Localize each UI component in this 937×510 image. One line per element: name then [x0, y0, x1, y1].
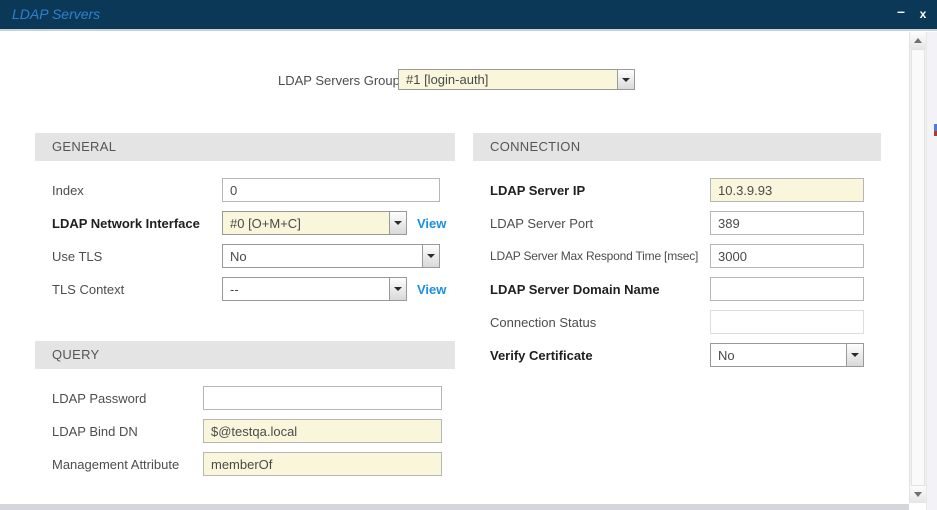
ldap-bind-dn-input[interactable]	[203, 419, 442, 443]
close-button[interactable]: x	[915, 7, 931, 21]
tls-context-label: TLS Context	[52, 282, 124, 297]
arrow-up-icon	[914, 38, 922, 43]
ldap-password-label: LDAP Password	[52, 391, 146, 406]
use-tls-select[interactable]: No	[222, 244, 440, 268]
verify-certificate-value: No	[711, 348, 846, 363]
index-label: Index	[52, 183, 84, 198]
ldap-server-max-respond-time-label: LDAP Server Max Respond Time [msec]	[490, 249, 698, 263]
query-section-title: QUERY	[52, 347, 100, 362]
dropdown-arrow-button[interactable]	[389, 278, 406, 300]
connection-status-input	[710, 310, 864, 334]
index-input[interactable]	[222, 178, 440, 202]
ldap-servers-group-label: LDAP Servers Group	[278, 73, 400, 88]
window-title: LDAP Servers	[12, 6, 100, 22]
connection-section-header: CONNECTION	[473, 133, 881, 161]
scrollbar-thumb[interactable]	[911, 49, 925, 486]
management-attribute-input[interactable]	[203, 452, 442, 476]
dropdown-arrow-button[interactable]	[617, 70, 634, 89]
dropdown-arrow-button[interactable]	[389, 212, 406, 234]
chevron-down-icon	[622, 78, 630, 82]
minimize-button[interactable]: –	[893, 3, 909, 19]
ldap-network-interface-select[interactable]: #0 [O+M+C]	[222, 211, 407, 235]
ldap-servers-group-value: #1 [login-auth]	[399, 72, 617, 87]
tls-context-select[interactable]: --	[222, 277, 407, 301]
chevron-down-icon	[427, 254, 435, 258]
ldap-server-max-respond-time-input[interactable]	[710, 244, 864, 268]
general-section-title: GENERAL	[52, 139, 116, 154]
window-bottom-edge	[0, 504, 909, 510]
ldap-network-interface-value: #0 [O+M+C]	[223, 216, 389, 231]
tls-context-view-link[interactable]: View	[417, 282, 446, 297]
chevron-down-icon	[851, 353, 859, 357]
connection-status-label: Connection Status	[490, 315, 596, 330]
network-interface-view-link[interactable]: View	[417, 216, 446, 231]
use-tls-value: No	[223, 249, 422, 264]
ldap-servers-group-select[interactable]: #1 [login-auth]	[398, 69, 635, 90]
scroll-down-button[interactable]	[910, 486, 926, 503]
ldap-server-ip-input[interactable]	[710, 178, 864, 202]
chevron-down-icon	[394, 221, 402, 225]
scroll-up-button[interactable]	[910, 32, 926, 49]
general-section-header: GENERAL	[35, 133, 455, 161]
ldap-network-interface-label: LDAP Network Interface	[52, 216, 200, 231]
verify-certificate-label: Verify Certificate	[490, 348, 593, 363]
dropdown-arrow-button[interactable]	[846, 344, 863, 366]
outer-page-strip	[926, 32, 937, 510]
ldap-server-port-input[interactable]	[710, 211, 864, 235]
verify-certificate-select[interactable]: No	[710, 343, 864, 367]
ldap-servers-window: LDAP Servers – x LDAP Servers Group #1 […	[0, 0, 937, 510]
chevron-down-icon	[394, 287, 402, 291]
ldap-server-port-label: LDAP Server Port	[490, 216, 593, 231]
connection-section-title: CONNECTION	[490, 139, 580, 154]
ldap-server-domain-name-label: LDAP Server Domain Name	[490, 282, 660, 297]
ldap-bind-dn-label: LDAP Bind DN	[52, 424, 138, 439]
query-section-header: QUERY	[35, 341, 455, 369]
use-tls-label: Use TLS	[52, 249, 102, 264]
dropdown-arrow-button[interactable]	[422, 245, 439, 267]
ldap-server-domain-name-input[interactable]	[710, 277, 864, 301]
titlebar: LDAP Servers – x	[0, 0, 937, 31]
ldap-server-ip-label: LDAP Server IP	[490, 183, 585, 198]
arrow-down-icon	[914, 492, 922, 497]
management-attribute-label: Management Attribute	[52, 457, 179, 472]
ldap-password-input[interactable]	[203, 386, 442, 410]
tls-context-value: --	[223, 282, 389, 297]
vertical-scrollbar[interactable]	[909, 32, 926, 503]
